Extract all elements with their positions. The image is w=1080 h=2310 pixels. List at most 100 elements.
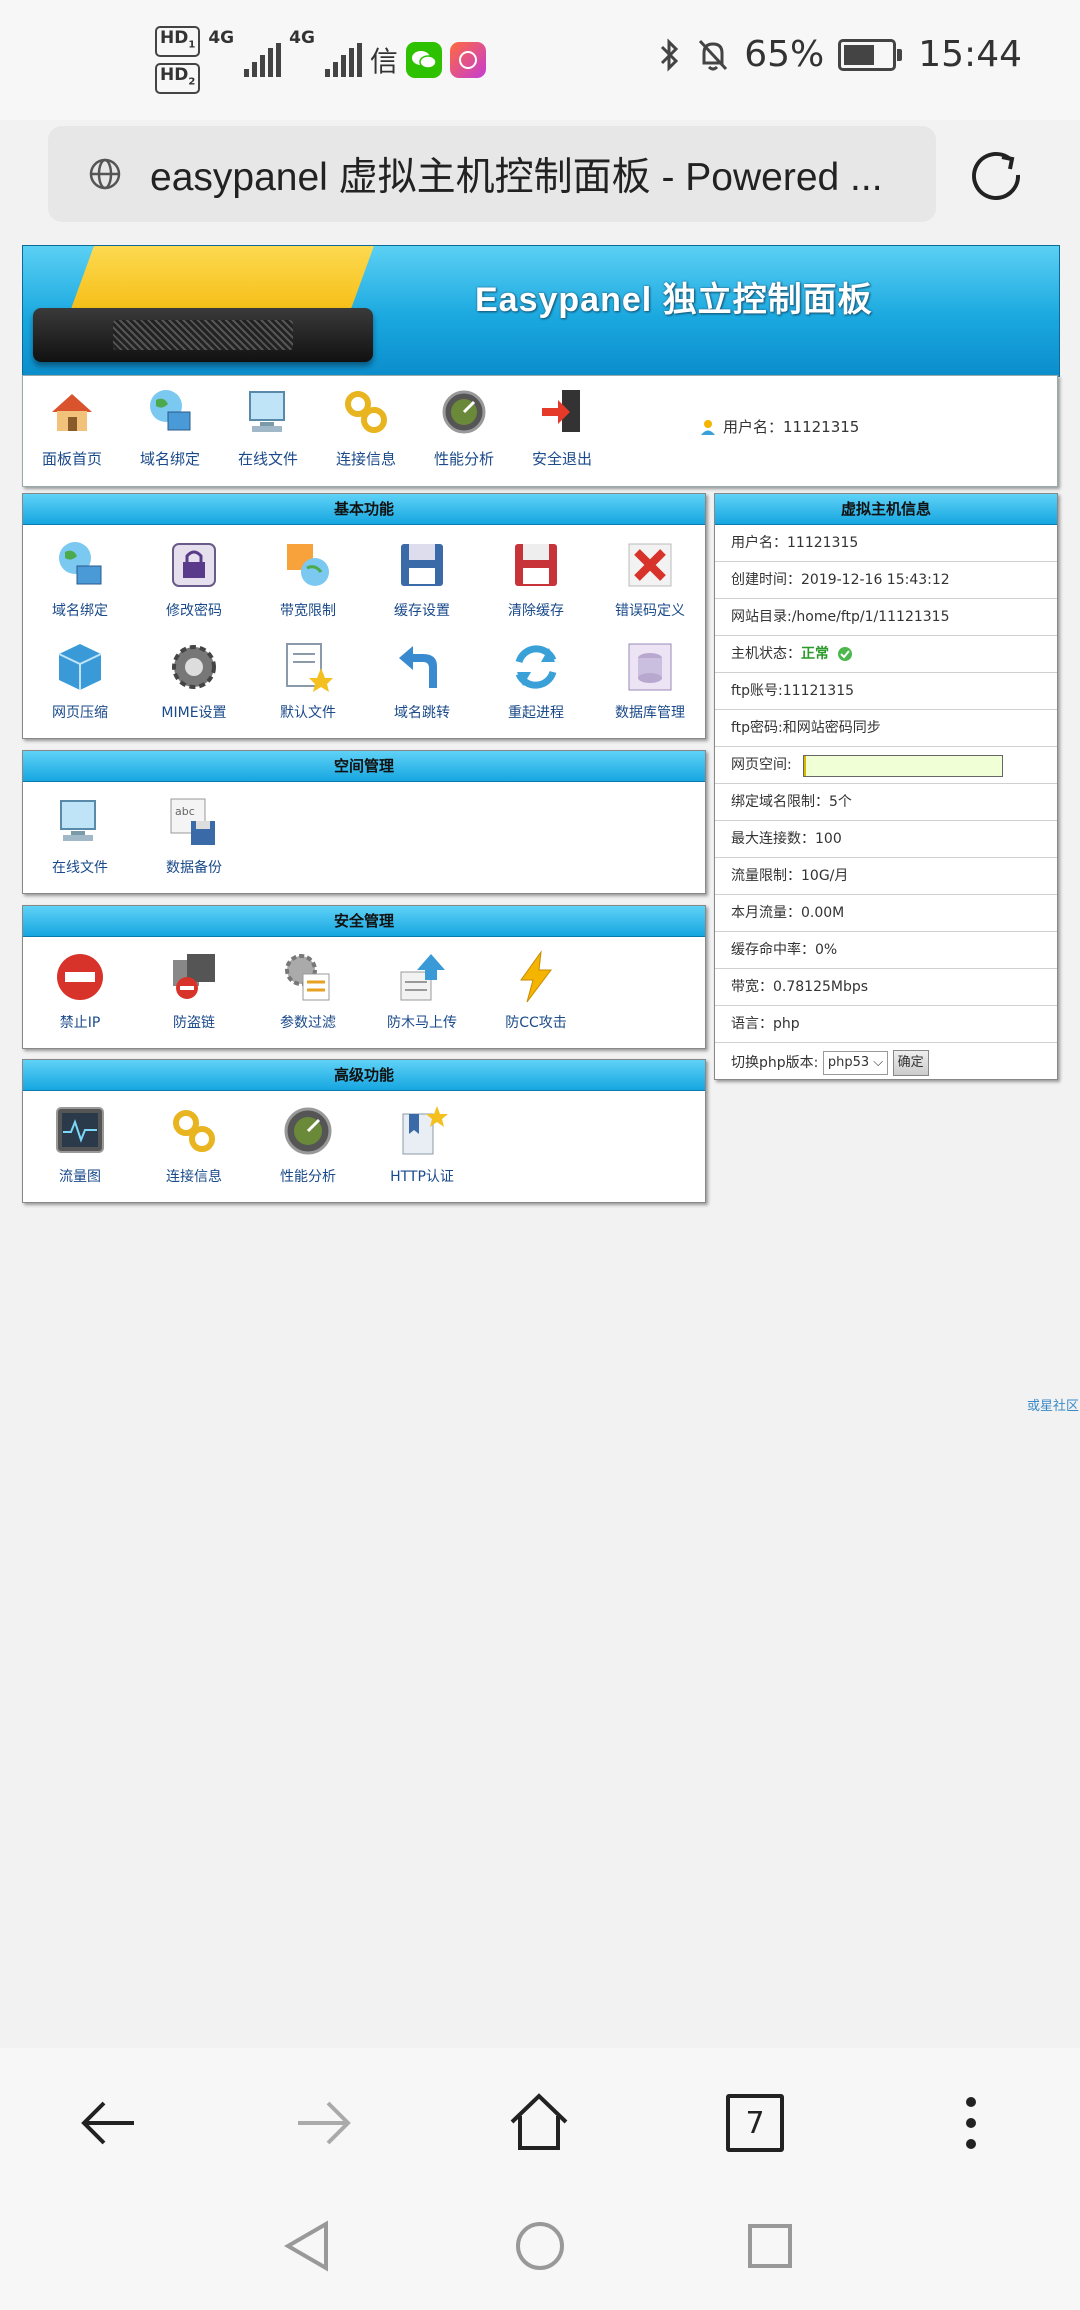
tabs-button[interactable]: 7: [720, 2088, 790, 2158]
gauge-icon: [284, 1107, 332, 1155]
func-database-management[interactable]: 数据库管理: [595, 640, 705, 722]
adv-connection-info[interactable]: 连接信息: [139, 1104, 249, 1186]
svg-text:abc: abc: [175, 805, 195, 818]
monitor-graph-icon: [56, 1107, 104, 1153]
floppy-icon: [401, 544, 443, 586]
address-bar[interactable]: easypanel 虚拟主机控制面板 - Powered ...: [48, 126, 936, 222]
web-space-used: [804, 756, 806, 776]
system-recents-icon[interactable]: [740, 2216, 800, 2276]
battery-fill: [844, 44, 875, 65]
hd1-badge: HD1: [155, 25, 201, 57]
info-language: 语言：php: [715, 1006, 1057, 1043]
nav-connection-info[interactable]: 连接信息: [321, 386, 411, 469]
space-online-files[interactable]: 在线文件: [25, 795, 135, 877]
banner-title: Easypanel 独立控制面板: [475, 281, 873, 319]
func-bandwidth-limit[interactable]: 带宽限制: [253, 538, 363, 620]
adv-http-auth[interactable]: HTTP认证: [367, 1104, 477, 1186]
hd-indicators: HD1 HD2: [155, 25, 201, 95]
browser-toolbar: 7: [0, 2048, 1080, 2188]
more-menu-icon[interactable]: [936, 2088, 1006, 2158]
security-anti-trojan-upload[interactable]: 防木马上传: [367, 950, 477, 1032]
func-page-compression[interactable]: 网页压缩: [25, 640, 135, 722]
security-anti-cc-attack[interactable]: 防CC攻击: [481, 950, 591, 1032]
user-icon: [701, 419, 715, 435]
web-page: Easypanel 独立控制面板 面板首页 域名绑定 在线文件 连接信息 性能分…: [22, 245, 1079, 2045]
system-home-icon[interactable]: [510, 2216, 570, 2276]
func-default-file[interactable]: 默认文件: [253, 640, 363, 722]
forward-icon[interactable]: [288, 2088, 358, 2158]
nav-online-files[interactable]: 在线文件: [223, 386, 313, 469]
info-traffic-limit: 流量限制：10G/月: [715, 858, 1057, 895]
carrier-glyph: 信: [369, 45, 398, 78]
status-right: 65% 15:44: [658, 34, 1022, 75]
link-icon: [345, 391, 387, 433]
panel-host-info: 虚拟主机信息 用户名：11121315 创建时间：2019-12-16 15:4…: [714, 493, 1058, 1080]
header-banner: Easypanel 独立控制面板: [22, 245, 1060, 377]
confirm-button[interactable]: 确定: [892, 1050, 929, 1076]
func-cache-settings[interactable]: 缓存设置: [367, 538, 477, 620]
floppy-red-icon: [515, 544, 557, 586]
exit-icon: [542, 390, 580, 432]
adv-traffic-graph[interactable]: 流量图: [25, 1104, 135, 1186]
gear-icon: [172, 645, 216, 689]
func-domain-bind[interactable]: 域名绑定: [25, 538, 135, 620]
globe-icon: [59, 542, 102, 585]
space-data-backup[interactable]: abc 数据备份: [139, 795, 249, 877]
adv-performance[interactable]: 性能分析: [253, 1104, 363, 1186]
info-month-traffic: 本月流量：0.00M: [715, 895, 1057, 932]
nav-logout[interactable]: 安全退出: [517, 386, 607, 469]
info-bandwidth: 带宽：0.78125Mbps: [715, 969, 1057, 1006]
panel-advanced: 高级功能 流量图 连接信息 性能分析 HTTP认证: [22, 1059, 706, 1203]
func-domain-redirect[interactable]: 域名跳转: [367, 640, 477, 722]
security-param-filter[interactable]: 参数过滤: [253, 950, 363, 1032]
panel-security: 安全管理 禁止IP 防盗链 参数过滤 防木马上传 防CC攻击: [22, 905, 706, 1049]
reload-icon[interactable]: [966, 145, 1026, 205]
page-title-url[interactable]: easypanel 虚拟主机控制面板 - Powered ...: [150, 146, 930, 202]
func-change-password[interactable]: 修改密码: [139, 538, 249, 620]
network-type-1: 4G: [208, 28, 235, 48]
func-error-codes[interactable]: 错误码定义: [595, 538, 705, 620]
wechat-icon: [405, 42, 442, 78]
home-icon[interactable]: [504, 2088, 574, 2158]
info-ftp-password: ftp密码:和网站密码同步: [715, 710, 1057, 747]
status-bar: HD1 HD2 4G 4G 信 65% 15:44: [0, 0, 1080, 120]
bandwidth-icon: [287, 544, 329, 586]
globe-icon: [150, 390, 191, 431]
system-navigation: [0, 2188, 1080, 2310]
footer-link[interactable]: 或星社区: [1027, 1395, 1079, 1414]
bluetooth-icon: [661, 37, 679, 72]
lock-icon: [172, 543, 216, 587]
nav-domain-bind[interactable]: 域名绑定: [125, 386, 215, 469]
panel-space-management: 空间管理 在线文件 abc 数据备份: [22, 750, 706, 894]
info-ftp-account: ftp账号:11121315: [715, 673, 1057, 710]
func-mime-settings[interactable]: MIME设置: [139, 640, 249, 722]
php-version-select[interactable]: php53 ⌵: [822, 1051, 889, 1075]
backup-icon: abc: [170, 798, 215, 845]
web-space-bar: [803, 755, 1003, 777]
info-cache-hit: 缓存命中率：0%: [715, 932, 1057, 969]
security-anti-hotlink[interactable]: 防盗链: [139, 950, 249, 1032]
nav-performance[interactable]: 性能分析: [419, 386, 509, 469]
filter-gear-icon: [285, 954, 330, 1001]
back-icon[interactable]: [74, 2088, 144, 2158]
security-ban-ip[interactable]: 禁止IP: [25, 950, 135, 1032]
document-star-icon: [286, 643, 333, 692]
system-back-icon[interactable]: [278, 2216, 338, 2276]
battery-icon: [838, 38, 903, 71]
info-status: 主机状态：正常: [715, 636, 1057, 673]
link-icon: [173, 1110, 215, 1152]
info-max-connections: 最大连接数：100: [715, 821, 1057, 858]
house-icon: [52, 394, 92, 431]
func-clear-cache[interactable]: 清除缓存: [481, 538, 591, 620]
panel-title: 虚拟主机信息: [715, 494, 1057, 525]
info-created: 创建时间：2019-12-16 15:43:12: [715, 562, 1057, 599]
anti-hotlink-icon: [173, 954, 215, 999]
globe-icon: [89, 158, 121, 190]
panel-title: 空间管理: [23, 751, 705, 782]
hd2-badge: HD2: [155, 63, 201, 95]
nav-home[interactable]: 面板首页: [27, 386, 117, 469]
status-left: HD1 HD2 4G 4G 信: [155, 25, 486, 95]
func-restart-process[interactable]: 重起进程: [481, 640, 591, 722]
database-icon: [628, 643, 672, 691]
server-image: [33, 308, 373, 362]
